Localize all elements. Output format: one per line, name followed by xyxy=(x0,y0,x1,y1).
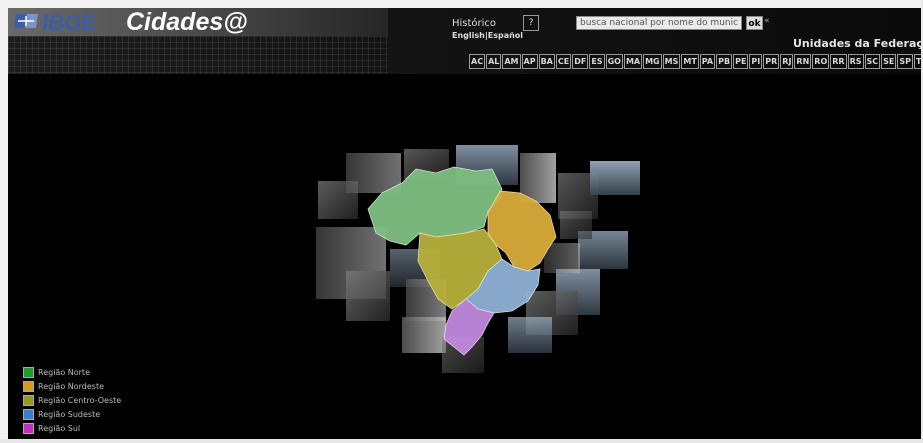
uf-button-ro[interactable]: RO xyxy=(812,54,830,69)
uf-button-row: AC AL AM AP BA CE DF ES GO MA MG MS MT PA PB PE PI PR RJ RN… xyxy=(469,54,923,73)
search-ok-button[interactable]: ok xyxy=(746,16,763,30)
search-extra-link[interactable]: « xyxy=(764,16,770,26)
uf-button-ce[interactable]: CE xyxy=(555,54,572,69)
photo-tile xyxy=(590,161,640,195)
uf-button-sc[interactable]: SC xyxy=(864,54,881,69)
uf-button-pe[interactable]: PE xyxy=(733,54,749,69)
uf-title: Unidades da Federação xyxy=(793,37,923,50)
logo-banner[interactable]: IBGE Cidades@ xyxy=(8,8,388,36)
window-frame-bottom xyxy=(0,439,923,443)
legend-label: Região Sudeste xyxy=(38,409,101,419)
photo-tile xyxy=(402,317,446,353)
uf-button-am[interactable]: AM xyxy=(502,54,521,69)
uf-button-rs[interactable]: RS xyxy=(847,54,864,69)
legend-swatch-icon xyxy=(23,408,34,420)
header-grid-pattern xyxy=(8,36,388,74)
uf-button-df[interactable]: DF xyxy=(572,54,589,69)
legend-label: Região Centro-Oeste xyxy=(38,395,122,405)
brazil-map-svg xyxy=(316,145,640,373)
municipio-search-input[interactable] xyxy=(576,16,742,30)
uf-button-go[interactable]: GO xyxy=(605,54,623,69)
uf-button-al[interactable]: AL xyxy=(486,54,502,69)
legend-item[interactable]: Região Centro-Oeste xyxy=(23,393,121,407)
espanol-link[interactable]: Español xyxy=(488,31,523,40)
uf-button-ac[interactable]: AC xyxy=(469,54,486,69)
legend-swatch-icon xyxy=(23,394,34,406)
uf-button-pi[interactable]: PI xyxy=(749,54,763,69)
uf-button-sp[interactable]: SP xyxy=(897,54,913,69)
uf-button-rj[interactable]: RJ xyxy=(780,54,794,69)
legend-swatch-icon xyxy=(23,380,34,392)
legend-swatch-icon xyxy=(23,422,34,434)
historico-link[interactable]: Histórico xyxy=(452,18,496,29)
uf-button-mt[interactable]: MT xyxy=(681,54,699,69)
legend-label: Região Nordeste xyxy=(38,381,105,391)
legend-item[interactable]: Região Sul xyxy=(23,421,121,435)
legend-label: Região Sul xyxy=(38,423,81,433)
photo-tile xyxy=(508,317,552,353)
region-legend: Região Norte Região Nordeste Região Centro… xyxy=(23,365,121,435)
uf-button-se[interactable]: SE xyxy=(881,54,897,69)
uf-button-ap[interactable]: AP xyxy=(521,54,538,69)
legend-item[interactable]: Região Nordeste xyxy=(23,379,121,393)
uf-button-ba[interactable]: BA xyxy=(538,54,555,69)
photo-tile xyxy=(346,271,390,321)
window-frame-top xyxy=(0,0,923,8)
ibge-logo-icon xyxy=(14,14,38,28)
english-link[interactable]: English xyxy=(452,31,485,40)
help-button[interactable]: ? xyxy=(523,15,539,31)
logo-ibge-text: IBGE xyxy=(42,10,96,35)
uf-button-rn[interactable]: RN xyxy=(794,54,812,69)
uf-button-ma[interactable]: MA xyxy=(623,54,643,69)
window-frame-left xyxy=(0,0,8,443)
legend-item[interactable]: Região Norte xyxy=(23,365,121,379)
brazil-region-map[interactable] xyxy=(316,141,642,373)
uf-button-pr[interactable]: PR xyxy=(763,54,780,69)
legend-item[interactable]: Região Sudeste xyxy=(23,407,121,421)
photo-tile xyxy=(560,211,592,239)
uf-button-rr[interactable]: RR xyxy=(830,54,847,69)
uf-button-pb[interactable]: PB xyxy=(716,54,733,69)
legend-swatch-icon xyxy=(23,366,34,378)
uf-button-mg[interactable]: MG xyxy=(643,54,662,69)
uf-button-ms[interactable]: MS xyxy=(662,54,681,69)
photo-tile xyxy=(346,153,401,193)
uf-button-pa[interactable]: PA xyxy=(699,54,716,69)
language-links: English|Español xyxy=(452,31,523,40)
uf-button-es[interactable]: ES xyxy=(589,54,605,69)
legend-label: Região Norte xyxy=(38,367,90,377)
logo-cidades-text: Cidades@ xyxy=(126,8,248,36)
